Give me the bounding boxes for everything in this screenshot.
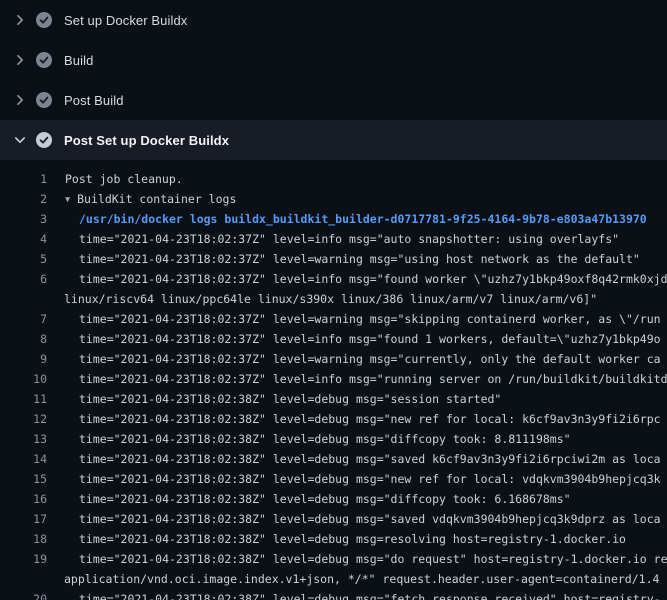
line-number[interactable]: 11 xyxy=(0,389,47,409)
log-text: time="2021-04-23T18:02:37Z" level=warnin… xyxy=(79,309,661,329)
log-line: 19 time="2021-04-23T18:02:38Z" level=debu… xyxy=(0,549,667,569)
check-circle-icon xyxy=(36,132,52,148)
line-number[interactable]: 2 xyxy=(0,189,47,209)
log-line: 11 time="2021-04-23T18:02:38Z" level=debu… xyxy=(0,389,667,409)
group-title[interactable]: BuildKit container logs xyxy=(77,192,236,206)
line-number[interactable]: 1 xyxy=(0,169,47,189)
log-line: 9 time="2021-04-23T18:02:37Z" level=warni… xyxy=(0,349,667,369)
log-text: time="2021-04-23T18:02:37Z" level=warnin… xyxy=(79,249,640,269)
line-number[interactable]: 14 xyxy=(0,449,47,469)
line-number[interactable]: 5 xyxy=(0,249,47,269)
line-number[interactable]: 16 xyxy=(0,489,47,509)
line-number[interactable]: 18 xyxy=(0,529,47,549)
check-circle-icon xyxy=(36,92,52,108)
line-number[interactable]: 6 xyxy=(0,269,47,289)
line-number[interactable]: 17 xyxy=(0,509,47,529)
chevron-right-icon[interactable] xyxy=(12,12,28,28)
log-area: 1 Post job cleanup. 2 ▼ BuildKit container l… xyxy=(0,160,667,600)
log-text: time="2021-04-23T18:02:38Z" level=debug … xyxy=(79,449,661,469)
log-line: 1 Post job cleanup. xyxy=(0,169,667,189)
log-line: 20 time="2021-04-23T18:02:38Z" level=debu… xyxy=(0,589,667,600)
log-text: time="2021-04-23T18:02:38Z" level=debug … xyxy=(79,429,571,449)
log-line-continuation: linux/riscv64 linux/ppc64le linux/s390x … xyxy=(0,289,667,309)
line-number[interactable]: 4 xyxy=(0,229,47,249)
step-label: Post Build xyxy=(64,93,124,108)
log-line: 13 time="2021-04-23T18:02:38Z" level=debu… xyxy=(0,429,667,449)
log-line-continuation: application/vnd.oci.image.index.v1+json,… xyxy=(0,569,667,589)
log-text: time="2021-04-23T18:02:38Z" level=debug … xyxy=(79,549,667,569)
log-text: Post job cleanup. xyxy=(65,169,183,189)
chevron-right-icon[interactable] xyxy=(12,92,28,108)
log-text: time="2021-04-23T18:02:37Z" level=info m… xyxy=(79,269,667,289)
step-row-build[interactable]: Build xyxy=(0,40,667,80)
check-circle-icon xyxy=(36,52,52,68)
log-line: 7 time="2021-04-23T18:02:37Z" level=warni… xyxy=(0,309,667,329)
log-text: linux/riscv64 linux/ppc64le linux/s390x … xyxy=(64,289,597,309)
log-line: 3/usr/bin/docker logs buildx_buildkit_bu… xyxy=(0,209,667,229)
log-text: time="2021-04-23T18:02:38Z" level=debug … xyxy=(79,409,661,429)
log-text: time="2021-04-23T18:02:37Z" level=info m… xyxy=(79,369,667,389)
log-text: time="2021-04-23T18:02:38Z" level=debug … xyxy=(79,529,626,549)
log-text: time="2021-04-23T18:02:37Z" level=info m… xyxy=(79,229,619,249)
command-text: /usr/bin/docker logs buildx_buildkit_bui… xyxy=(79,209,647,229)
log-line: 2 ▼ BuildKit container logs xyxy=(0,189,667,209)
log-line: 4 time="2021-04-23T18:02:37Z" level=info … xyxy=(0,229,667,249)
log-text: time="2021-04-23T18:02:37Z" level=warnin… xyxy=(79,349,661,369)
line-number[interactable]: 12 xyxy=(0,409,47,429)
log-text: time="2021-04-23T18:02:38Z" level=debug … xyxy=(79,589,661,600)
log-text: ▼ BuildKit container logs xyxy=(65,189,236,209)
log-line: 6 time="2021-04-23T18:02:37Z" level=info … xyxy=(0,269,667,289)
step-row-post-build[interactable]: Post Build xyxy=(0,80,667,120)
chevron-down-icon[interactable] xyxy=(12,132,28,148)
workflow-log-viewer: Set up Docker Buildx Build Post Build Post … xyxy=(0,0,667,600)
line-number[interactable]: 15 xyxy=(0,469,47,489)
check-circle-icon xyxy=(36,12,52,28)
line-number[interactable]: 8 xyxy=(0,329,47,349)
log-text: time="2021-04-23T18:02:37Z" level=info m… xyxy=(79,329,661,349)
line-number[interactable]: 10 xyxy=(0,369,47,389)
log-line: 12 time="2021-04-23T18:02:38Z" level=debu… xyxy=(0,409,667,429)
line-number[interactable]: 7 xyxy=(0,309,47,329)
chevron-right-icon[interactable] xyxy=(12,52,28,68)
log-line: 8 time="2021-04-23T18:02:37Z" level=info … xyxy=(0,329,667,349)
log-text: time="2021-04-23T18:02:38Z" level=debug … xyxy=(79,469,661,489)
group-collapse-triangle-icon[interactable]: ▼ xyxy=(65,190,70,209)
line-number[interactable]: 3 xyxy=(0,209,47,229)
log-line: 15 time="2021-04-23T18:02:38Z" level=debu… xyxy=(0,469,667,489)
step-row-set-up-docker-buildx[interactable]: Set up Docker Buildx xyxy=(0,0,667,40)
line-number[interactable]: 20 xyxy=(0,589,47,600)
log-line: 10 time="2021-04-23T18:02:37Z" level=info… xyxy=(0,369,667,389)
log-line: 17 time="2021-04-23T18:02:38Z" level=debu… xyxy=(0,509,667,529)
line-number[interactable]: 13 xyxy=(0,429,47,449)
log-line: 16 time="2021-04-23T18:02:38Z" level=debu… xyxy=(0,489,667,509)
log-line: 14 time="2021-04-23T18:02:38Z" level=debu… xyxy=(0,449,667,469)
step-label: Post Set up Docker Buildx xyxy=(64,133,229,148)
step-label: Set up Docker Buildx xyxy=(64,13,187,28)
line-number[interactable]: 9 xyxy=(0,349,47,369)
log-line: 18 time="2021-04-23T18:02:38Z" level=debu… xyxy=(0,529,667,549)
step-row-post-set-up-docker-buildx[interactable]: Post Set up Docker Buildx xyxy=(0,120,667,160)
log-text: time="2021-04-23T18:02:38Z" level=debug … xyxy=(79,489,571,509)
steps-list: Set up Docker Buildx Build Post Build Post … xyxy=(0,0,667,160)
line-number[interactable]: 19 xyxy=(0,549,47,569)
step-label: Build xyxy=(64,53,93,68)
log-text: time="2021-04-23T18:02:38Z" level=debug … xyxy=(79,389,501,409)
log-text: application/vnd.oci.image.index.v1+json,… xyxy=(64,569,659,589)
log-line: 5 time="2021-04-23T18:02:37Z" level=warni… xyxy=(0,249,667,269)
log-text: time="2021-04-23T18:02:38Z" level=debug … xyxy=(79,509,661,529)
